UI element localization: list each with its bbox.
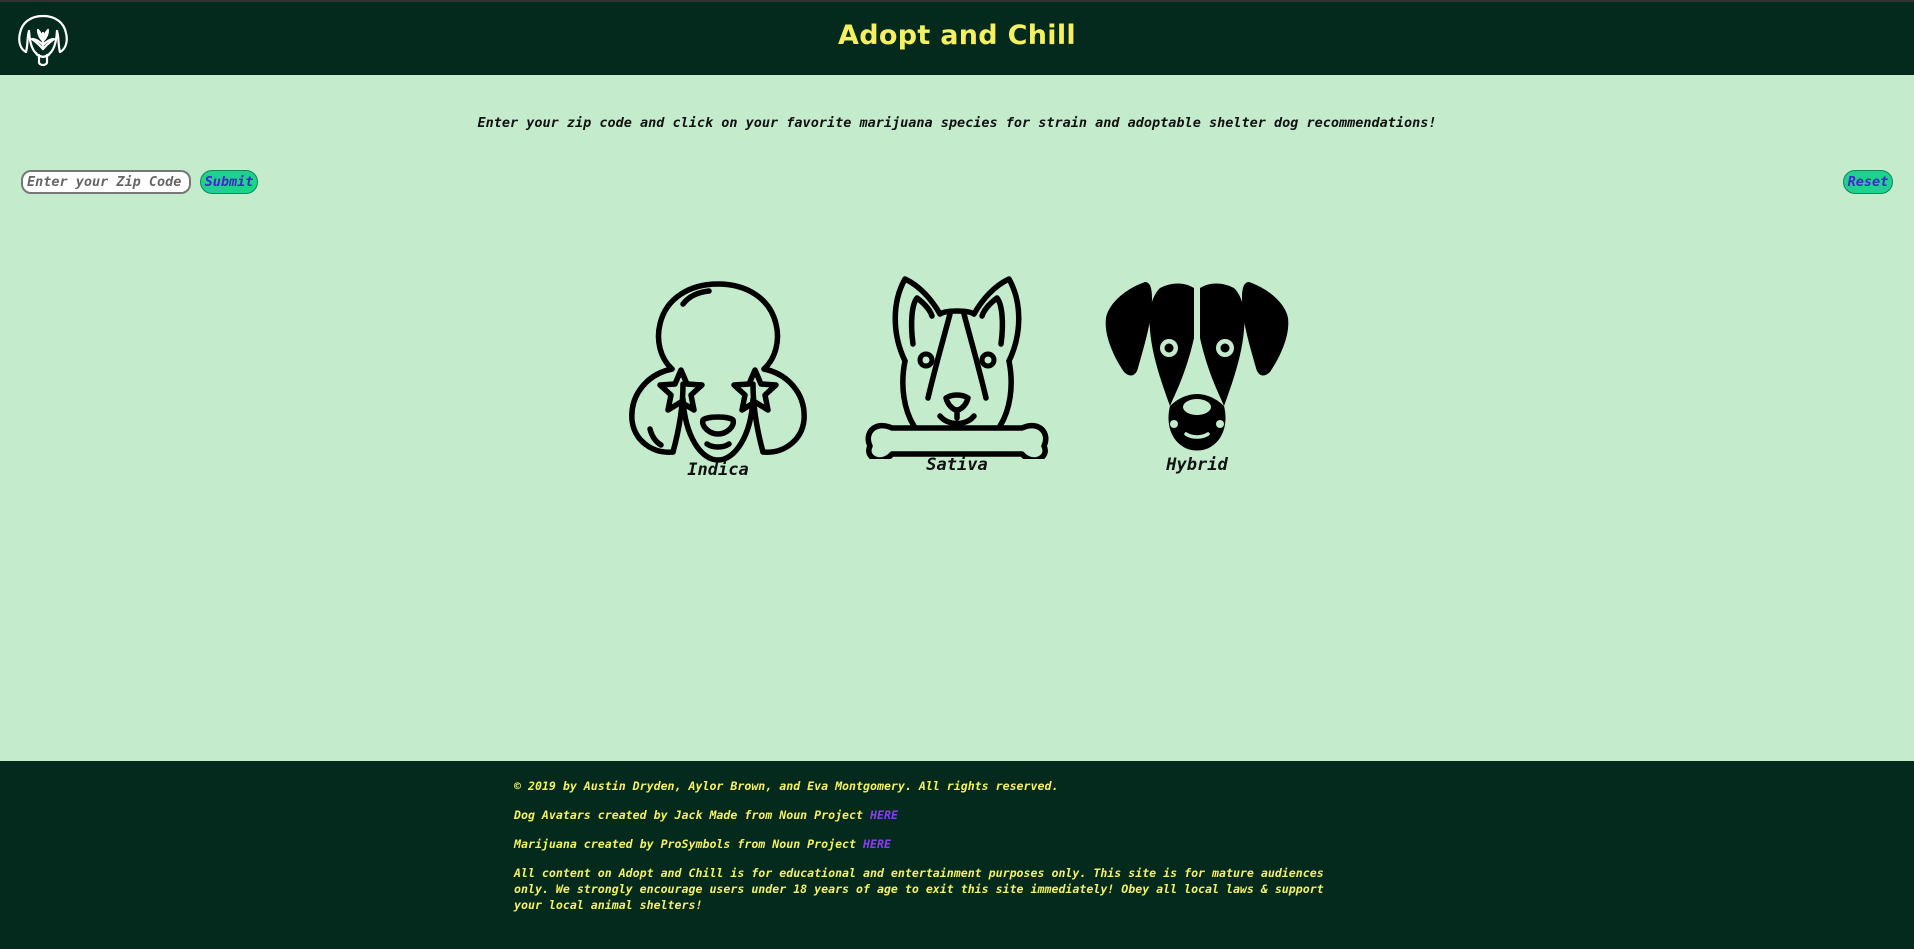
marijuana-credit-text: Marijuana created by ProSymbols from Nou… [514,837,857,851]
disclaimer-text: All content on Adopt and Chill is for ed… [514,866,1324,912]
reset-button[interactable]: Reset [1843,170,1893,194]
avatar-credit-text: Dog Avatars created by Jack Made from No… [514,808,864,822]
site-footer: © 2019 by Austin Dryden, Aylor Brown, an… [0,761,1914,949]
indica-dog-card[interactable]: Indica [618,274,818,480]
instructions-text: Enter your zip code and click on your fa… [477,115,1437,131]
hybrid-dog-card[interactable]: Hybrid [1097,274,1297,475]
zip-code-input[interactable] [21,170,191,194]
poodle-star-eyes-icon [629,281,807,463]
corgi-with-bone-icon [865,276,1049,459]
marijuana-credit-link[interactable]: HERE [863,837,891,851]
marijuana-credit: Marijuana created by ProSymbols from Nou… [514,836,1354,852]
indica-label: Indica [687,460,749,480]
hybrid-label: Hybrid [1166,455,1228,475]
avatar-credit: Dog Avatars created by Jack Made from No… [514,807,1354,823]
avatar-credit-link[interactable]: HERE [870,808,898,822]
copyright-text: © 2019 by Austin Dryden, Aylor Brown, an… [514,779,1059,793]
footer-content: © 2019 by Austin Dryden, Aylor Brown, an… [514,778,1354,926]
sativa-dog-card[interactable]: Sativa [857,274,1057,475]
submit-button[interactable]: Submit [200,170,258,194]
site-header: Adopt and Chill [0,0,1914,75]
spotted-dog-icon [1105,282,1289,451]
site-title: Adopt and Chill [838,20,1076,51]
